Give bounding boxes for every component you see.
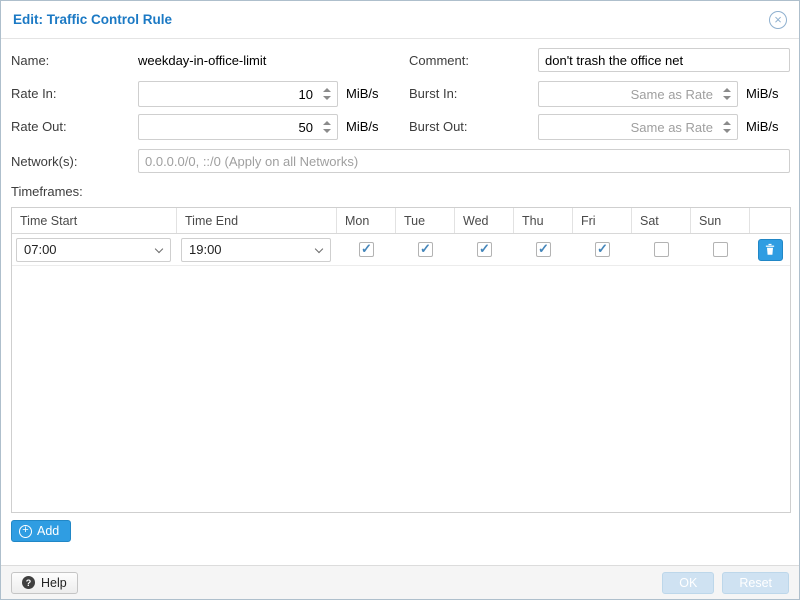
spin-down-icon[interactable] — [323, 129, 331, 133]
spin-down-icon[interactable] — [723, 129, 731, 133]
column-header-thu: Thu — [514, 208, 573, 233]
column-header-sun: Sun — [691, 208, 750, 233]
time-start-select[interactable]: 07:00 — [16, 238, 171, 262]
rate-out-field — [138, 114, 338, 140]
rate-out-label: Rate Out: — [11, 120, 67, 134]
column-header-time-end: Time End — [177, 208, 337, 233]
reset-button[interactable]: Reset — [722, 572, 789, 594]
delete-row-button[interactable] — [758, 239, 783, 261]
burst-in-label: Burst In: — [409, 87, 457, 101]
burst-out-label: Burst Out: — [409, 120, 468, 134]
rate-out-unit: MiB/s — [346, 120, 379, 134]
comment-label: Comment: — [409, 54, 469, 68]
spin-up-icon[interactable] — [723, 121, 731, 125]
dialog-footer: ? Help OK Reset — [1, 565, 799, 599]
name-value: weekday-in-office-limit — [138, 54, 266, 68]
comment-input[interactable] — [538, 48, 790, 72]
checkbox-sat[interactable] — [654, 242, 669, 257]
time-start-value: 07:00 — [24, 242, 57, 257]
dialog-title: Edit: Traffic Control Rule — [13, 12, 172, 27]
column-header-sat: Sat — [632, 208, 691, 233]
time-end-select[interactable]: 19:00 — [181, 238, 331, 262]
rate-out-spinner[interactable] — [320, 115, 333, 139]
timeframes-table: Time Start Time End Mon Tue Wed Thu Fri … — [11, 207, 791, 513]
dialog-header: Edit: Traffic Control Rule × — [1, 1, 799, 39]
chevron-down-icon — [315, 244, 323, 252]
column-header-actions — [750, 208, 790, 233]
checkbox-wed[interactable] — [477, 242, 492, 257]
rate-in-field — [138, 81, 338, 107]
help-button[interactable]: ? Help — [11, 572, 78, 594]
add-button-label: Add — [37, 524, 59, 538]
add-button[interactable]: + Add — [11, 520, 71, 542]
close-icon: × — [774, 13, 782, 26]
rate-in-unit: MiB/s — [346, 87, 379, 101]
spin-up-icon[interactable] — [323, 88, 331, 92]
column-header-wed: Wed — [455, 208, 514, 233]
close-button[interactable]: × — [769, 11, 787, 29]
help-button-label: Help — [41, 576, 67, 590]
burst-out-unit: MiB/s — [746, 120, 779, 134]
checkbox-sun[interactable] — [713, 242, 728, 257]
rate-in-label: Rate In: — [11, 87, 57, 101]
column-header-time-start: Time Start — [12, 208, 177, 233]
checkbox-tue[interactable] — [418, 242, 433, 257]
rate-in-input[interactable] — [139, 82, 337, 106]
burst-out-spinner[interactable] — [720, 115, 733, 139]
rate-in-spinner[interactable] — [320, 82, 333, 106]
trash-icon — [764, 243, 776, 256]
rate-out-input[interactable] — [139, 115, 337, 139]
column-header-fri: Fri — [573, 208, 632, 233]
burst-in-unit: MiB/s — [746, 87, 779, 101]
spin-up-icon[interactable] — [323, 121, 331, 125]
table-header-row: Time Start Time End Mon Tue Wed Thu Fri … — [12, 208, 790, 234]
burst-in-spinner[interactable] — [720, 82, 733, 106]
burst-out-input[interactable] — [539, 115, 737, 139]
time-end-value: 19:00 — [189, 242, 222, 257]
spin-down-icon[interactable] — [723, 96, 731, 100]
plus-circle-icon: + — [19, 525, 32, 538]
name-label: Name: — [11, 54, 49, 68]
networks-label: Network(s): — [11, 155, 77, 169]
checkbox-mon[interactable] — [359, 242, 374, 257]
column-header-tue: Tue — [396, 208, 455, 233]
burst-in-field — [538, 81, 738, 107]
timeframes-label: Timeframes: — [11, 185, 83, 199]
burst-in-input[interactable] — [539, 82, 737, 106]
ok-button[interactable]: OK — [662, 572, 714, 594]
chevron-down-icon — [155, 244, 163, 252]
table-row: 07:00 19:00 — [12, 234, 790, 266]
burst-out-field — [538, 114, 738, 140]
spin-down-icon[interactable] — [323, 96, 331, 100]
spin-up-icon[interactable] — [723, 88, 731, 92]
networks-input[interactable] — [138, 149, 790, 173]
checkbox-thu[interactable] — [536, 242, 551, 257]
checkbox-fri[interactable] — [595, 242, 610, 257]
column-header-mon: Mon — [337, 208, 396, 233]
edit-traffic-control-rule-dialog: Edit: Traffic Control Rule × Name: weekd… — [0, 0, 800, 600]
question-mark-icon: ? — [22, 576, 35, 589]
